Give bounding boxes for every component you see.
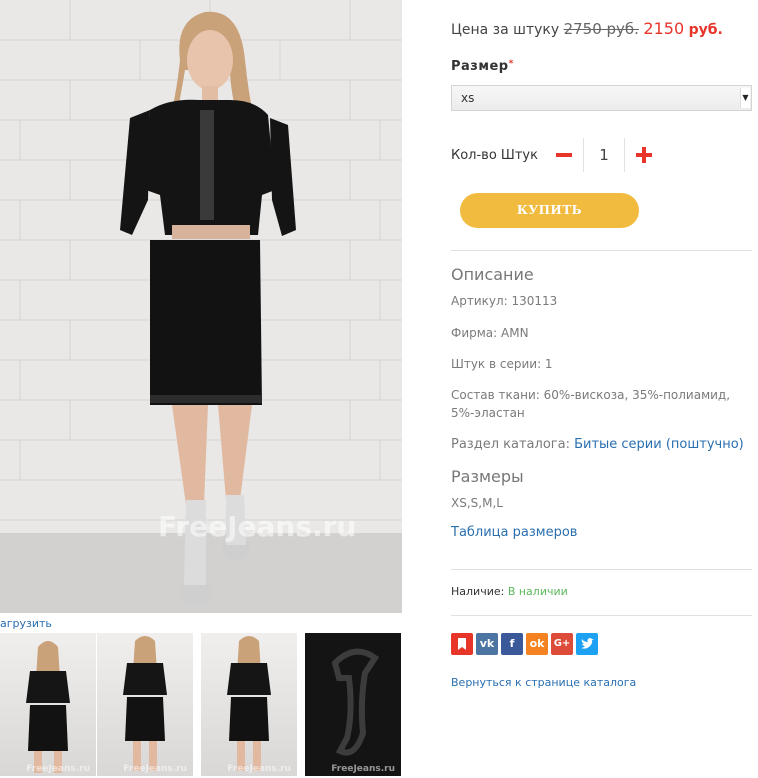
old-price: 2750 руб. (563, 20, 639, 38)
quantity-label: Кол-во Штук (451, 148, 538, 163)
price-currency: руб. (688, 22, 723, 38)
quantity-decrease-button[interactable] (555, 146, 573, 164)
main-product-photo[interactable]: FreeJeans.ru (0, 0, 402, 613)
vk-icon[interactable]: vk (476, 633, 498, 655)
size-label: Размер* (451, 59, 514, 74)
availability-status: В наличии (507, 585, 568, 598)
required-mark: * (508, 59, 514, 69)
divider (451, 615, 752, 616)
size-table-link[interactable]: Таблица размеров (451, 525, 577, 540)
thumbnail-front-full[interactable]: FreeJeans.ru (97, 633, 193, 776)
spec-catalog: Раздел каталога: Битые серии (поштучно) (451, 436, 752, 454)
thumbnail-image (26, 641, 70, 773)
google-plus-icon[interactable]: G+ (551, 633, 573, 655)
thumbnail-front-closeup[interactable]: FreeJeans.ru (0, 633, 96, 776)
thumbnail-image (123, 636, 167, 771)
description-title: Описание (451, 265, 534, 284)
spec-firm: Фирма: AMN (451, 326, 529, 340)
divider (451, 250, 752, 251)
price-row: Цена за штуку 2750 руб. 2150 руб. (451, 19, 723, 38)
price-label: Цена за штуку (451, 22, 560, 38)
buy-button[interactable]: КУПИТЬ (460, 193, 639, 228)
catalog-section-link[interactable]: Битые серии (поштучно) (574, 437, 744, 452)
sizes-title: Размеры (451, 467, 524, 486)
spec-fabric: Состав ткани: 60%-вискоза, 35%-полиамид,… (451, 388, 731, 420)
dropdown-arrow-icon[interactable]: ▼ (740, 88, 750, 108)
quantity-increase-button[interactable] (635, 146, 653, 164)
availability: Наличие: В наличии (451, 585, 568, 598)
thumbnail-watermark: FreeJeans.ru (26, 764, 90, 774)
size-select[interactable]: xs ▼ (451, 85, 752, 111)
divider (451, 569, 752, 570)
quantity-input[interactable]: 1 (584, 146, 624, 164)
spec-article: Артикул: 130113 (451, 294, 558, 308)
zoom-link[interactable]: агрузить (0, 617, 52, 630)
thumbnail-image (331, 648, 380, 756)
catalog-prefix: Раздел каталога: (451, 437, 575, 452)
new-price: 2150 (643, 19, 685, 38)
thumbnail-detail[interactable]: FreeJeans.ru (305, 633, 401, 776)
size-label-text: Размер (451, 59, 509, 74)
back-to-catalog-link[interactable]: Вернуться к странице каталога (451, 676, 636, 689)
watermark-text: FreeJeans.ru (158, 510, 357, 543)
divider (624, 138, 625, 172)
quantity-stepper: Кол-во Штук 1 (451, 138, 752, 172)
facebook-icon[interactable]: f (501, 633, 523, 655)
thumbnail-watermark: FreeJeans.ru (227, 764, 291, 774)
size-select-value: xs (461, 91, 475, 105)
thumbnail-image (227, 636, 271, 771)
thumbnail-back[interactable]: FreeJeans.ru (201, 633, 297, 776)
bookmark-icon[interactable] (451, 633, 473, 655)
spec-pieces: Штук в серии: 1 (451, 357, 553, 371)
twitter-icon[interactable] (576, 633, 598, 655)
sizes-values: XS,S,M,L (451, 496, 503, 510)
thumbnail-watermark: FreeJeans.ru (331, 764, 395, 774)
odnoklassniki-icon[interactable]: ok (526, 633, 548, 655)
thumbnail-watermark: FreeJeans.ru (123, 764, 187, 774)
availability-label: Наличие: (451, 585, 508, 598)
